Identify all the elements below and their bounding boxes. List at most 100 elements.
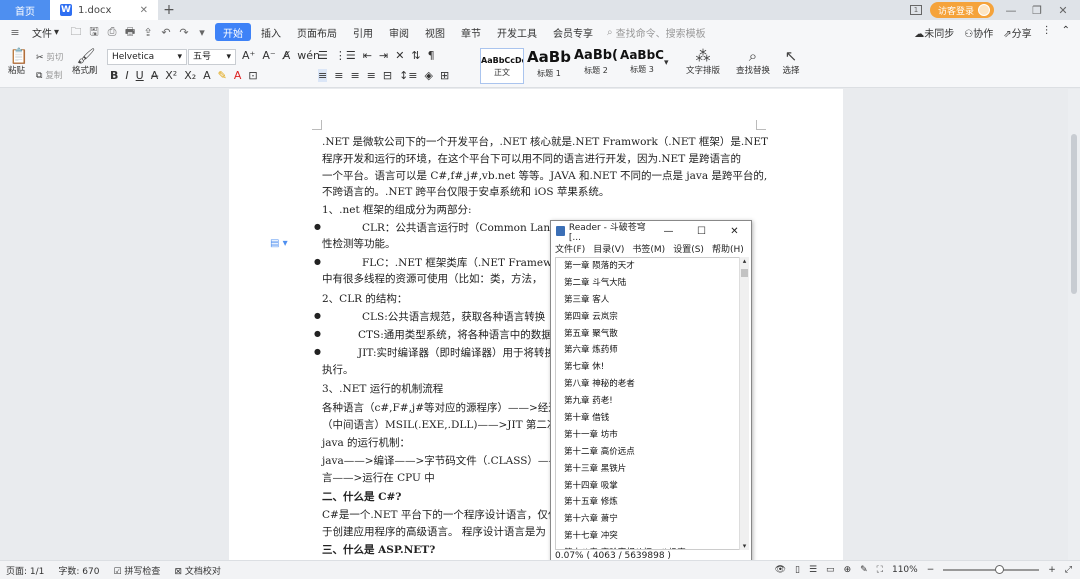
grow-font-icon[interactable]: A⁺ xyxy=(242,49,255,62)
zoom-slider[interactable] xyxy=(943,565,1040,574)
restore-icon[interactable]: ❐ xyxy=(1028,4,1046,17)
scroll-down-icon[interactable]: ▾ xyxy=(740,542,749,550)
share-button[interactable]: ⇗分享 xyxy=(1003,25,1031,40)
menu-tab-review[interactable]: 审阅 xyxy=(381,23,417,41)
redo-icon[interactable]: ↷ xyxy=(175,26,193,39)
chevron-down-icon[interactable]: ▾ xyxy=(193,26,211,39)
chapter-item[interactable]: 第十章 借钱 xyxy=(556,410,740,427)
menu-file[interactable]: 文件 ▾ xyxy=(24,23,67,41)
style-heading-3[interactable]: AaBbC 标题 3 xyxy=(620,48,664,84)
align-left-icon[interactable]: ≡ xyxy=(318,69,328,82)
reader-menu-file[interactable]: 文件(F) xyxy=(555,242,585,255)
reader-menu-help[interactable]: 帮助(H) xyxy=(712,242,744,255)
minimize-icon[interactable]: — xyxy=(652,226,685,237)
chapter-item[interactable]: 第十三章 黑铁片 xyxy=(556,461,740,478)
select-button[interactable]: ↖ 选择 xyxy=(778,48,804,76)
align-center-icon[interactable]: ≡ xyxy=(334,69,343,82)
format-painter-button[interactable]: 🖌 格式刷 xyxy=(72,48,100,76)
shading-icon[interactable]: ◈ xyxy=(425,69,433,82)
sort-icon[interactable]: ⇅ xyxy=(411,49,420,62)
chapter-item[interactable]: 第九章 药老! xyxy=(556,393,740,410)
copy-button[interactable]: ⧉ 复制 xyxy=(36,69,62,81)
menu-tab-developer[interactable]: 开发工具 xyxy=(489,23,545,41)
web-view-icon[interactable]: ⊕ xyxy=(844,565,852,575)
strikethrough-icon[interactable]: A̶ xyxy=(151,69,159,82)
bold-icon[interactable]: B xyxy=(110,69,118,82)
chapter-item[interactable]: 第五章 聚气散 xyxy=(556,326,740,343)
sync-button[interactable]: ☁未同步 xyxy=(914,25,954,40)
chapter-item[interactable]: 第十六章 萧宁 xyxy=(556,511,740,528)
italic-icon[interactable]: I xyxy=(125,69,128,82)
document-scrollbar[interactable] xyxy=(1068,89,1080,560)
menu-tab-member[interactable]: 会员专享 xyxy=(545,23,601,41)
scroll-up-icon[interactable]: ▴ xyxy=(740,257,749,265)
hamburger-icon[interactable]: ≡ xyxy=(6,26,24,39)
char-border-icon[interactable]: ⊡ xyxy=(248,69,257,82)
styles-more-icon[interactable]: ▾ xyxy=(664,58,669,68)
underline-icon[interactable]: U xyxy=(136,69,144,82)
style-heading-1[interactable]: AaBb 标题 1 xyxy=(526,48,572,84)
reader-menu-toc[interactable]: 目录(V) xyxy=(593,242,624,255)
collab-button[interactable]: ⚇协作 xyxy=(964,25,993,40)
fit-page-icon[interactable]: ⛶ xyxy=(877,565,883,575)
chapter-item[interactable]: 第一章 陨落的天才 xyxy=(556,258,740,275)
reader-menu-settings[interactable]: 设置(S) xyxy=(673,242,704,255)
maximize-icon[interactable]: ☐ xyxy=(685,226,718,237)
scroll-thumb[interactable] xyxy=(1071,134,1077,294)
paste-button[interactable]: 📋 粘贴 xyxy=(8,48,30,76)
menu-tab-view[interactable]: 视图 xyxy=(417,23,453,41)
read-view-icon[interactable]: ▭ xyxy=(826,565,835,575)
outline-view-icon[interactable]: ☰ xyxy=(809,565,817,575)
find-replace-button[interactable]: ⌕ 查找替换 xyxy=(734,48,772,76)
eye-icon[interactable]: 👁 xyxy=(775,565,786,575)
align-right-icon[interactable]: ≡ xyxy=(350,69,359,82)
distribute-icon[interactable]: ⊟ xyxy=(383,69,392,82)
menu-tab-insert[interactable]: 插入 xyxy=(253,23,289,41)
close-icon[interactable]: ✕ xyxy=(718,226,751,237)
page-view-icon[interactable]: ▯ xyxy=(795,565,800,575)
chapter-item[interactable]: 第六章 炼药师 xyxy=(556,342,740,359)
justify-icon[interactable]: ≡ xyxy=(367,69,376,82)
chapter-scrollbar[interactable]: ▴ ▾ xyxy=(739,257,749,550)
zoom-in-icon[interactable]: + xyxy=(1048,565,1056,575)
superscript-icon[interactable]: X² xyxy=(165,69,177,82)
chapter-item[interactable]: 第二章 斗气大陆 xyxy=(556,275,740,292)
more-icon[interactable]: ⋮ xyxy=(1042,25,1052,40)
chapter-item[interactable]: 第七章 休! xyxy=(556,359,740,376)
font-size-select[interactable]: 五号 ▾ xyxy=(188,49,236,65)
spell-check-button[interactable]: ☑ 拼写检查 xyxy=(113,564,160,577)
style-heading-2[interactable]: AaBb( 标题 2 xyxy=(573,48,619,84)
paragraph-handle-icon[interactable]: ▤ ▾ xyxy=(270,238,288,249)
show-marks-icon[interactable]: ¶ xyxy=(428,49,435,62)
new-tab-button[interactable]: + xyxy=(158,0,180,20)
save-icon[interactable]: 🖫 xyxy=(85,23,103,42)
export-icon[interactable]: ⇪ xyxy=(139,26,157,39)
chapter-item[interactable]: 第八章 神秘的老者 xyxy=(556,376,740,393)
shrink-font-icon[interactable]: A⁻ xyxy=(262,49,275,62)
zoom-slider-knob[interactable] xyxy=(994,565,1004,574)
print-preview-icon[interactable]: ⎙ xyxy=(103,25,121,39)
print-icon[interactable]: 🖶 xyxy=(121,23,139,42)
tab-document[interactable]: W 1.docx ✕ xyxy=(50,0,158,20)
chevron-up-icon[interactable]: ⌃ xyxy=(1062,25,1070,40)
menu-tab-start[interactable]: 开始 xyxy=(215,23,252,41)
borders-icon[interactable]: ⊞ xyxy=(440,69,449,82)
pen-icon[interactable]: ✎ xyxy=(860,565,868,575)
highlight-icon[interactable]: ✎ xyxy=(218,69,227,82)
visitor-login-button[interactable]: 访客登录 xyxy=(929,2,994,18)
chapter-item[interactable]: 第十四章 吸掌 xyxy=(556,478,740,495)
reader-menu-bookmark[interactable]: 书签(M) xyxy=(632,242,665,255)
cut-button[interactable]: ✂ 剪切 xyxy=(36,51,63,63)
pinyin-icon[interactable]: wén xyxy=(297,49,320,62)
text-layout-button[interactable]: ⁂ 文字排版 xyxy=(684,48,722,76)
open-folder-icon[interactable]: 🗀 xyxy=(67,23,85,42)
page-count[interactable]: 页面: 1/1 xyxy=(6,564,44,577)
close-icon[interactable]: ✕ xyxy=(140,5,148,16)
window-layout-icon[interactable]: 1 xyxy=(909,5,922,15)
chapter-item[interactable]: 第十八章 实验室相斗打，八极察 xyxy=(556,545,740,549)
reader-window[interactable]: Reader - 斗破苍穹[... — ☐ ✕ 文件(F) 目录(V) 书签(M… xyxy=(550,220,752,566)
numbered-list-icon[interactable]: ⋮☰ xyxy=(335,49,356,62)
minimize-icon[interactable]: — xyxy=(1002,4,1020,17)
decrease-indent-icon[interactable]: ⇤ xyxy=(363,49,372,62)
chapter-item[interactable]: 第十五章 修炼 xyxy=(556,494,740,511)
